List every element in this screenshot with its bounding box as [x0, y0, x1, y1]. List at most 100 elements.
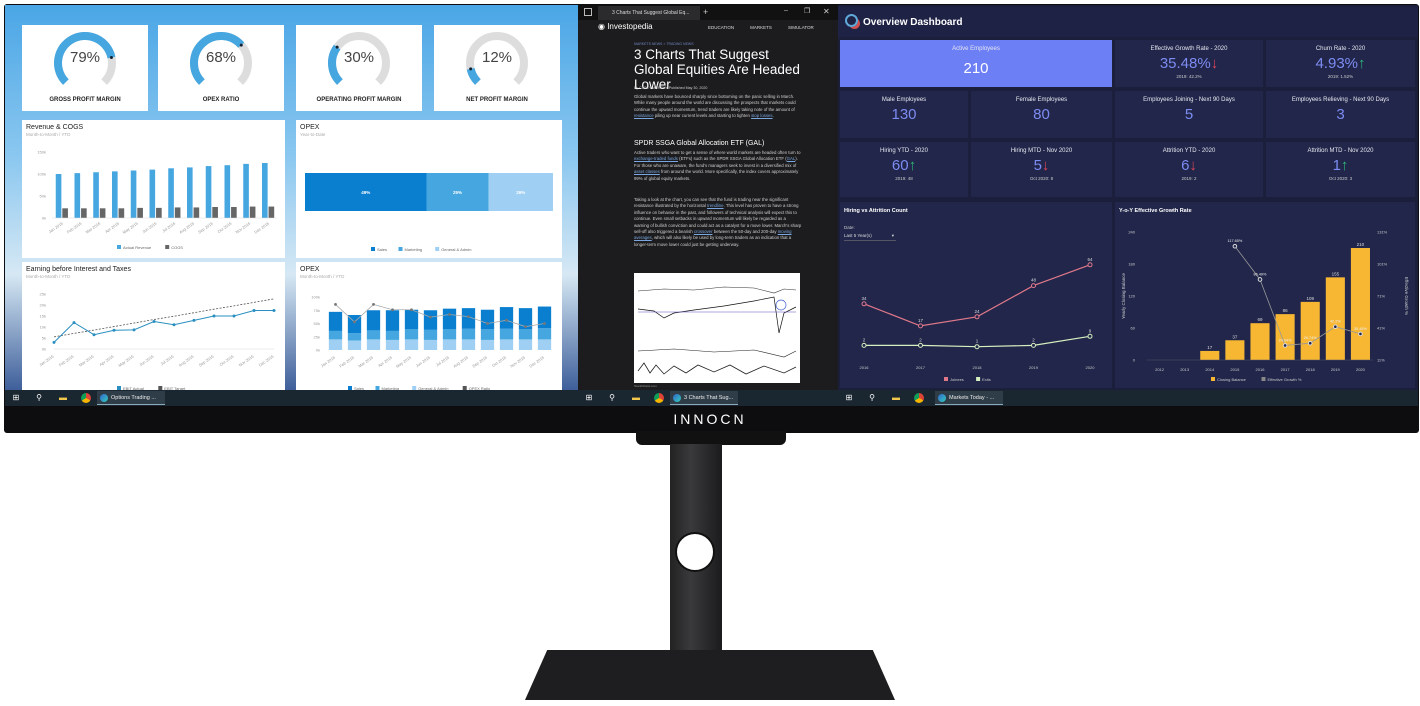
chrome-icon[interactable] [914, 393, 924, 403]
revenue-chart: 0k 50k 100k 150k Jan 2016 Feb 2016 Mar 2016 Apr… [37, 150, 277, 250]
cogs-bar [99, 208, 106, 218]
gauge-label: NET PROFIT MARGIN [466, 97, 528, 103]
opex-ratio-point [505, 318, 508, 322]
tab-title: 3 Charts That Suggest Global Eq... [612, 10, 690, 16]
chrome-icon[interactable] [81, 393, 91, 403]
kpi-label: Attrition YTD - 2020 [1162, 148, 1216, 154]
windows-start-icon[interactable]: ⊞ [11, 393, 21, 403]
revenue-bar [243, 163, 249, 218]
y-tick-label: 180 [1128, 262, 1135, 267]
investopedia-logo[interactable]: ◉ Investopedia [598, 22, 653, 31]
kpi-card[interactable]: Employees Relieving - Next 90 Days 3 [1266, 91, 1415, 138]
kpi-card[interactable]: Hiring YTD - 2020 60↑ 2019: 48 [840, 142, 968, 197]
trend-down-icon: ↓ [1041, 157, 1050, 174]
growth-point [1232, 243, 1238, 249]
gauge-label: OPEX RATIO [202, 97, 240, 103]
taskbar-app-button[interactable]: Options Trading ... [97, 391, 165, 405]
search-icon[interactable]: ⚲ [34, 393, 44, 403]
close-icon[interactable]: ✕ [823, 7, 830, 16]
file-explorer-icon[interactable]: ▬ [58, 393, 68, 403]
ebit-point [132, 328, 136, 332]
x-tick-label: 2019 [1029, 365, 1039, 370]
cogs-bar [62, 208, 68, 218]
revenue-bar [187, 167, 193, 218]
data-label: 9 [1089, 328, 1092, 333]
y2-tick-label: 71% [1377, 294, 1385, 299]
opex-bar-segment [442, 329, 457, 340]
data-point [861, 301, 867, 307]
taskbar-app-button[interactable]: 3 Charts That Sug... [670, 391, 738, 405]
bar-label: 69 [1257, 317, 1263, 322]
ebit-point [92, 333, 96, 337]
link[interactable]: trendline [707, 203, 723, 208]
kpi-card[interactable]: Effective Growth Rate - 2020 35.48%↓ 2019:… [1115, 40, 1263, 87]
opex-ratio-point [410, 308, 413, 312]
growth-label: 24.64% [1279, 338, 1293, 342]
monitor-chin [636, 431, 786, 445]
restore-icon[interactable]: ❐ [804, 7, 810, 15]
cogs-bar [249, 206, 256, 218]
data-point [918, 323, 923, 329]
revenue-bar [205, 166, 212, 218]
kpi-comparison: 2019: 42.2% [1176, 74, 1202, 79]
ebit-point [52, 340, 56, 344]
data-label: 64 [1087, 257, 1093, 262]
x-tick-label: 2017 [916, 365, 926, 370]
x-tick-label: 2019 [1331, 367, 1341, 372]
trend-down-icon: ↓ [1189, 157, 1197, 174]
opex-ytd-card: OPEX Year-to-Date 49% 25% 26% Sales Marketin… [296, 120, 562, 258]
search-icon[interactable]: ⚲ [607, 393, 617, 403]
legend-label: Effective Growth % [1268, 377, 1302, 382]
nav-education[interactable]: EDUCATION [708, 25, 734, 30]
ebit-point [152, 320, 156, 323]
growth-point [1282, 343, 1288, 348]
kpi-card[interactable]: Churn Rate - 2020 4.93%↑ 2019: 1.52% [1266, 40, 1415, 87]
link[interactable]: asset classes [634, 169, 660, 174]
file-explorer-icon[interactable]: ▬ [891, 393, 901, 403]
revenue-bar [224, 165, 231, 218]
opex-bar-segment [366, 310, 381, 331]
browser-window: 3 Charts That Suggest Global Eq... + – ❐… [578, 5, 838, 390]
taskbar: ⊞ ⚲ ▬ 3 Charts That Sug... [578, 390, 838, 406]
link[interactable]: resistance [634, 113, 654, 118]
x-tick-label: Dec 2016 [258, 353, 276, 367]
kpi-card[interactable]: Attrition MTD - Nov 2020 1↑ Oct 2020: 3 [1266, 142, 1415, 197]
cogs-bar [118, 208, 125, 218]
chrome-icon[interactable] [654, 393, 664, 403]
stock-chart-image [634, 273, 800, 383]
kpi-card[interactable]: Active Employees 210 [840, 40, 1112, 87]
revenue-bar [130, 170, 137, 218]
browser-tab[interactable]: 3 Charts That Suggest Global Eq... [598, 6, 700, 20]
legend-swatch [398, 247, 403, 251]
kpi-value: 210 [963, 60, 989, 77]
kpi-card[interactable]: Employees Joining - Next 90 Days 5 [1115, 91, 1263, 138]
x-tick-label: 2012 [1155, 367, 1165, 372]
kpi-card[interactable]: Attrition YTD - 2020 6↓ 2019: 2 [1115, 142, 1263, 197]
kpi-value: 130 [891, 106, 917, 123]
kpi-card[interactable]: Female Employees 80 [971, 91, 1112, 138]
search-icon[interactable]: ⚲ [867, 393, 877, 403]
link[interactable]: crossover [694, 229, 713, 234]
cogs-bar [212, 207, 218, 218]
taskbar-app-button[interactable]: Markets Today - ... [935, 391, 1003, 405]
windows-start-icon[interactable]: ⊞ [844, 393, 854, 403]
x-tick-label: Jan 2016 [320, 354, 337, 368]
link[interactable]: GAL [787, 156, 796, 161]
nav-simulator[interactable]: SIMULATOR [788, 25, 814, 30]
windows-start-icon[interactable]: ⊞ [584, 393, 594, 403]
kpi-card[interactable]: Hiring MTD - Nov 2020 5↓ Oct 2020: 8 [971, 142, 1112, 197]
opex-bar-segment [480, 339, 495, 350]
x-tick-label: Mar 2016 [85, 220, 102, 234]
kpi-label: Female Employees [1015, 97, 1068, 103]
window-menu-icon[interactable] [584, 8, 592, 16]
cable-hole [675, 532, 715, 572]
opex-ratio-point [372, 303, 375, 306]
file-explorer-icon[interactable]: ▬ [631, 393, 641, 403]
link[interactable]: stop losses [751, 113, 773, 118]
minimize-icon[interactable]: – [784, 7, 788, 14]
new-tab-icon[interactable]: + [703, 7, 708, 17]
link[interactable]: exchange-traded funds [634, 156, 678, 161]
kpi-card[interactable]: Male Employees 130 [840, 91, 968, 138]
nav-markets[interactable]: MARKETS [750, 25, 772, 30]
kpi-label: Churn Rate - 2020 [1315, 46, 1366, 52]
